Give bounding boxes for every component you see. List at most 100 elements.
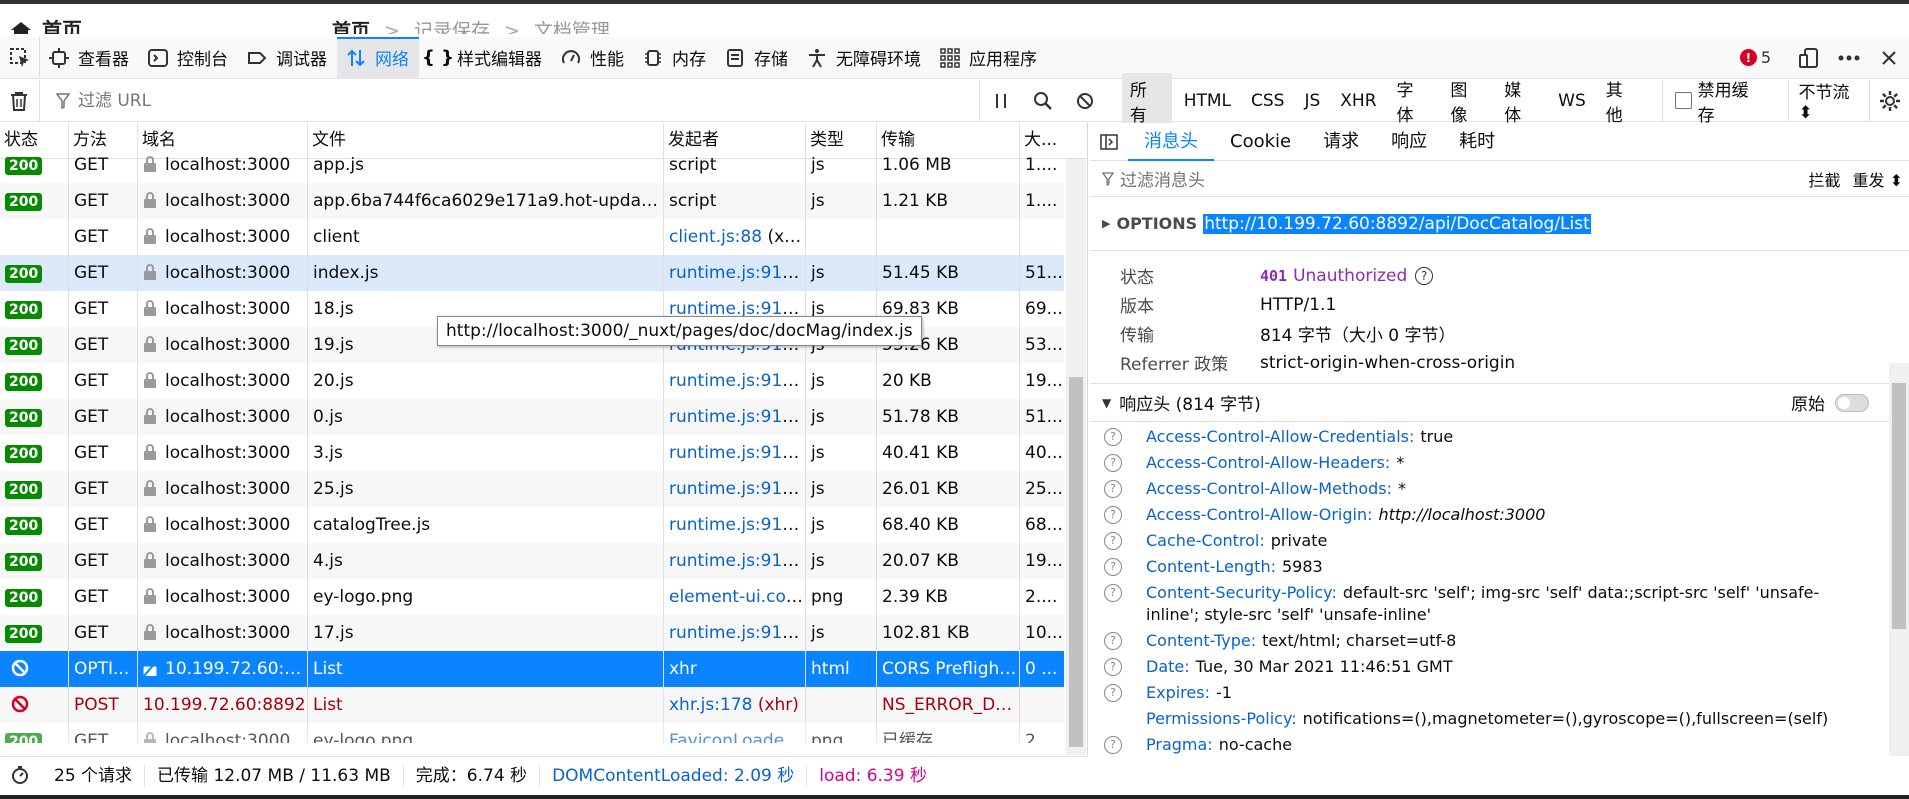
initiator-link[interactable]: xhr [669, 659, 697, 679]
type-filter-xhr[interactable]: XHR [1332, 88, 1384, 114]
response-headers-section[interactable]: ▼ 响应头 (814 字节) 原始 [1090, 384, 1909, 422]
response-header-row[interactable]: ?Permissions-Policy:notifications=(),mag… [1090, 706, 1909, 732]
toggle-switch[interactable] [1835, 393, 1869, 412]
initiator-link[interactable]: runtime.js:919 [669, 515, 799, 535]
initiator-link[interactable]: runtime.js:919 [669, 407, 799, 427]
initiator-link[interactable]: runtime.js:919 [669, 623, 799, 643]
help-icon[interactable]: ? [1104, 480, 1122, 498]
responsive-mode-button[interactable] [1789, 37, 1829, 79]
help-icon[interactable]: ? [1104, 558, 1122, 576]
table-row[interactable]: 200 GET localhost:3000 3.js runtime.js:919 (… [0, 435, 1064, 471]
table-row[interactable]: 200 GET localhost:3000 0.js runtime.js:919 (… [0, 399, 1064, 435]
filter-url-input[interactable] [77, 90, 938, 111]
table-row[interactable]: 200 GET localhost:3000 ey-logo.png FaviconLo… [0, 723, 1064, 743]
close-devtools-button[interactable] [1869, 37, 1909, 79]
response-header-row[interactable]: ? Access-Control-Allow-Methods: * [1090, 476, 1909, 502]
response-header-row[interactable]: ? Access-Control-Allow-Credentials: true [1090, 424, 1909, 450]
tab-request[interactable]: 请求 [1307, 123, 1375, 161]
block-request-button[interactable]: 拦截 [1802, 167, 1846, 191]
tab-console[interactable]: 控制台 [139, 37, 238, 79]
table-row[interactable]: POST 10.199.72.60:8892 List xhr.js:178 (xhr… [0, 687, 1064, 723]
help-icon[interactable]: ? [1104, 736, 1122, 754]
help-icon[interactable]: ? [1104, 506, 1122, 524]
toggle-sidebar-button[interactable] [1090, 133, 1128, 150]
help-icon[interactable]: ? [1104, 428, 1122, 446]
table-row[interactable]: 200 GET localhost:3000 20.js runtime.js:919 … [0, 363, 1064, 399]
details-scrollbar[interactable] [1889, 363, 1909, 756]
type-filter-other[interactable]: 其他 [1598, 73, 1648, 129]
element-picker-button[interactable] [0, 36, 40, 79]
breadcrumb-item[interactable]: 首页 [332, 20, 370, 34]
type-filter-image[interactable]: 图像 [1442, 73, 1492, 129]
response-header-row[interactable]: ? Cache-Control: private [1090, 528, 1909, 554]
help-icon[interactable]: ? [1104, 584, 1122, 602]
table-row[interactable]: 200 GET localhost:3000 catalogTree.js runtim… [0, 507, 1064, 543]
help-icon[interactable]: ? [1104, 454, 1122, 472]
table-row[interactable]: 200 GET localhost:3000 ey-logo.png element-u… [0, 579, 1064, 615]
initiator-link[interactable]: runtime.js:919 [669, 479, 799, 499]
resend-button[interactable]: 重发 ⬍ [1847, 167, 1909, 191]
initiator-link[interactable]: runtime.js:919 [669, 551, 799, 571]
network-settings-button[interactable] [1869, 79, 1909, 122]
tab-style-editor[interactable]: { } 样式编辑器 [419, 37, 552, 79]
home-link[interactable]: 首页 [10, 14, 82, 34]
request-blocking-button[interactable] [1064, 80, 1106, 122]
tab-network[interactable]: 网络 [337, 36, 419, 79]
type-filter-js[interactable]: JS [1296, 88, 1328, 114]
tab-cookie[interactable]: Cookie [1214, 123, 1307, 161]
help-icon[interactable]: ? [1415, 266, 1434, 285]
table-row[interactable]: GET localhost:3000 client client.js:88 (xhr… [0, 219, 1064, 255]
tab-application[interactable]: 应用程序 [931, 37, 1047, 79]
response-header-row[interactable]: ? Access-Control-Allow-Headers: * [1090, 450, 1909, 476]
type-filter-html[interactable]: HTML [1176, 88, 1239, 114]
tab-timings[interactable]: 耗时 [1443, 123, 1511, 161]
initiator-link[interactable]: xhr.js:178 [669, 695, 752, 715]
type-filter-font[interactable]: 字体 [1389, 73, 1439, 129]
response-header-row[interactable]: ? Pragma: no-cache [1090, 732, 1909, 756]
table-row[interactable]: OPTI... 10.199.72.60:8892 List xhr htmlCORS … [0, 651, 1064, 687]
initiator-link[interactable]: FaviconLoader.j... [669, 731, 805, 743]
table-row[interactable]: 200 GET localhost:3000 app.js script js 1.06 M… [0, 147, 1064, 183]
response-header-row[interactable]: ? Content-Length: 5983 [1090, 554, 1909, 580]
response-header-row[interactable]: ? Content-Security-Policy: default-src 'se… [1090, 580, 1909, 628]
help-icon[interactable]: ? [1104, 658, 1122, 676]
initiator-link[interactable]: element-ui.com... [669, 587, 805, 607]
requests-scrollbar[interactable] [1066, 159, 1086, 755]
raw-toggle[interactable]: 原始 [1791, 390, 1869, 415]
more-options-button[interactable] [1829, 37, 1869, 79]
response-header-row[interactable]: ? Access-Control-Allow-Origin: http://loca… [1090, 502, 1909, 528]
request-url[interactable]: http://10.199.72.60:8892/api/DocCatalog/… [1203, 213, 1591, 234]
tab-storage[interactable]: 存储 [716, 37, 798, 79]
initiator-link[interactable]: runtime.js:919 [669, 443, 799, 463]
initiator-link[interactable]: runtime.js:919 [669, 371, 799, 391]
response-header-row[interactable]: ? Content-Type: text/html; charset=utf-8 [1090, 628, 1909, 654]
scrollbar-thumb[interactable] [1892, 383, 1906, 629]
type-filter-media[interactable]: 媒体 [1496, 73, 1546, 129]
breadcrumb-item[interactable]: 文档管理 [534, 20, 610, 34]
tab-accessibility[interactable]: 无障碍环境 [798, 37, 931, 79]
initiator-link[interactable]: client.js:88 [669, 227, 762, 247]
tab-memory[interactable]: 内存 [634, 37, 716, 79]
help-icon[interactable]: ? [1104, 532, 1122, 550]
tab-response[interactable]: 响应 [1375, 123, 1443, 161]
search-button[interactable] [1022, 80, 1064, 122]
initiator-link[interactable]: script [669, 155, 716, 175]
help-icon[interactable]: ? [1104, 632, 1122, 650]
tab-debugger[interactable]: 调试器 [238, 37, 337, 79]
throttle-select[interactable]: 不节流 ⬍ [1787, 79, 1870, 123]
type-filter-all[interactable]: 所有 [1121, 72, 1172, 129]
pause-button[interactable] [980, 80, 1022, 122]
table-row[interactable]: 200 GET localhost:3000 25.js runtime.js:919 … [0, 471, 1064, 507]
tab-inspector[interactable]: 查看器 [40, 37, 139, 79]
table-row[interactable]: 200 GET localhost:3000 17.js runtime.js:919 … [0, 615, 1064, 651]
table-row[interactable]: 200 GET localhost:3000 app.6ba744f6ca6029e1… [0, 183, 1064, 219]
response-header-row[interactable]: ? Expires: -1 [1090, 680, 1909, 706]
performance-analysis-button[interactable] [0, 765, 42, 787]
error-count-badge[interactable]: ! 5 [1739, 48, 1771, 67]
response-header-row[interactable]: ? Date: Tue, 30 Mar 2021 11:46:51 GMT [1090, 654, 1909, 680]
breadcrumb-item[interactable]: 记录保存 [414, 20, 490, 34]
clear-requests-button[interactable] [0, 79, 40, 122]
tab-performance[interactable]: 性能 [552, 37, 634, 79]
request-url-row[interactable]: ▶ OPTIONS http://10.199.72.60:8892/api/D… [1090, 197, 1909, 251]
table-row[interactable]: 200 GET localhost:3000 index.js runtime.js:9… [0, 255, 1064, 291]
